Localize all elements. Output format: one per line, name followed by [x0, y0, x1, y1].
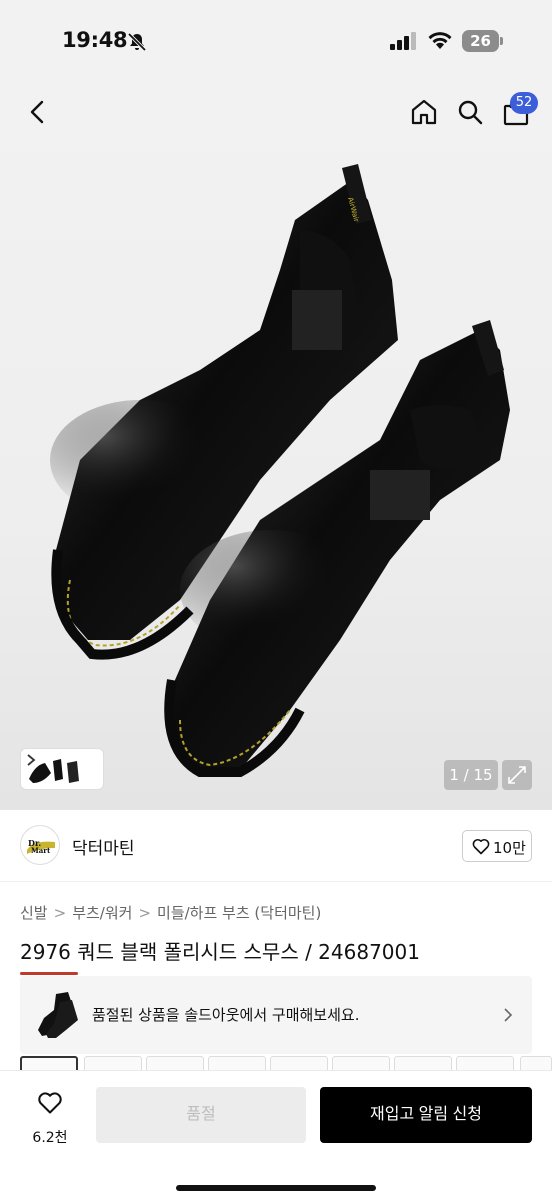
- home-icon[interactable]: [408, 96, 440, 128]
- breadcrumb-item-shoes[interactable]: 신발: [20, 902, 48, 923]
- wishlist-button[interactable]: 6.2천: [20, 1089, 80, 1149]
- bell-off-icon: [127, 32, 147, 52]
- product-gallery[interactable]: AirWair 52 1 / 15: [0, 80, 552, 810]
- status-bar: 19:48 26: [0, 0, 552, 80]
- soldout-button: 품절: [96, 1087, 306, 1143]
- bottom-action-bar: 6.2천 품절 재입고 알림 신청: [0, 1070, 552, 1200]
- expand-icon[interactable]: [502, 760, 532, 790]
- battery-indicator: 26: [462, 30, 504, 52]
- svg-text:Mart: Mart: [31, 846, 51, 855]
- battery-tip: [500, 37, 503, 45]
- brand-logo[interactable]: Dr. Mart: [20, 825, 60, 865]
- status-time: 19:48: [62, 28, 128, 52]
- restock-alert-button[interactable]: 재입고 알림 신청: [320, 1087, 532, 1143]
- thumbnail-button[interactable]: [20, 748, 104, 790]
- heart-icon: [38, 1092, 62, 1114]
- wishlist-count: 6.2천: [32, 1130, 68, 1146]
- wifi-icon: [428, 32, 452, 49]
- home-indicator[interactable]: [176, 1185, 376, 1191]
- back-icon[interactable]: [22, 96, 54, 128]
- breadcrumb-separator: >: [138, 904, 152, 922]
- signal-icon: [390, 32, 416, 50]
- breadcrumb: 신발 > 부츠/워커 > 미들/하프 부츠 (닥터마틴): [20, 902, 321, 923]
- dr-martens-logo-icon: Dr. Mart: [27, 838, 55, 855]
- breadcrumb-separator: >: [53, 904, 67, 922]
- banner-product-image: [38, 992, 78, 1038]
- breadcrumb-item-boots[interactable]: 부츠/워커: [72, 902, 132, 923]
- brand-name[interactable]: 닥터마틴: [72, 834, 135, 859]
- search-icon[interactable]: [454, 96, 486, 128]
- brand-like-button[interactable]: 10만: [462, 830, 532, 862]
- heart-icon: [472, 838, 490, 855]
- breadcrumb-item-category[interactable]: 미들/하프 부츠 (닥터마틴): [157, 902, 321, 923]
- product-image: AirWair: [50, 164, 510, 777]
- chevron-right-icon: [504, 1008, 513, 1022]
- soldout-banner-text: 품절된 상품을 솔드아웃에서 구매해보세요.: [92, 1006, 360, 1024]
- brand-row: Dr. Mart 닥터마틴 10만: [0, 810, 552, 882]
- accent-line: [20, 972, 78, 975]
- chevron-right-icon: [27, 754, 36, 766]
- brand-like-count: 10만: [493, 839, 526, 857]
- cart-count-badge: 52: [510, 92, 538, 114]
- product-title: 2976 쿼드 블랙 폴리시드 스무스 / 24687001: [20, 940, 420, 964]
- soldout-banner[interactable]: 품절된 상품을 솔드아웃에서 구매해보세요.: [20, 976, 532, 1054]
- image-page-counter: 1 / 15: [444, 760, 498, 790]
- battery-level: 26: [462, 30, 499, 52]
